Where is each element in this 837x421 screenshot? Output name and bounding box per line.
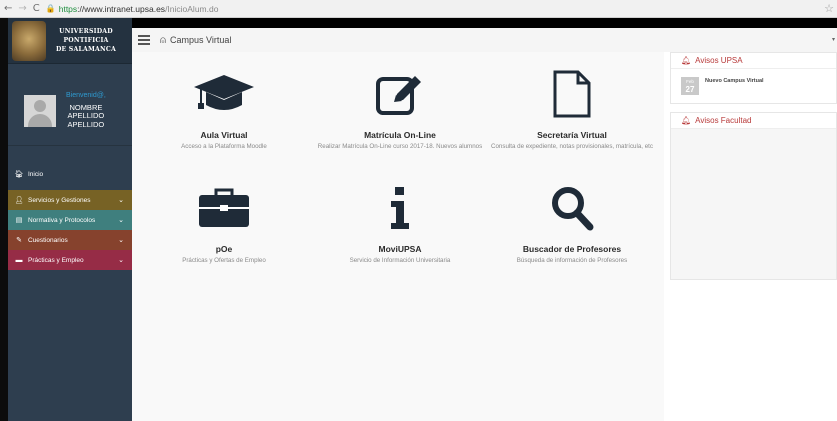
panel-header: 🔔︎ Avisos UPSA	[671, 53, 836, 69]
avatar	[24, 94, 56, 127]
pencil-square-icon	[310, 66, 490, 122]
panel-body	[671, 129, 836, 279]
briefcase-icon: ▬	[15, 256, 23, 264]
avisos-facultad-panel: 🔔︎ Avisos Facultad	[670, 112, 837, 280]
address-bar[interactable]: 🔒 https ://www.intranet.upsa.es /InicioA…	[46, 4, 219, 14]
caret-down-icon[interactable]: ▾	[832, 36, 835, 43]
sidebar-item-normativa[interactable]: ▤ Normativa y Protocolos ⌄	[8, 210, 132, 230]
url-host: ://www.intranet.upsa.es	[77, 3, 166, 14]
reload-button[interactable]: C	[33, 3, 40, 14]
crest-icon	[12, 20, 46, 61]
tile-poe[interactable]: pOe Prácticas y Ofertas de Empleo	[134, 180, 314, 265]
sidebar-item-inicio[interactable]: 🏠︎ Inicio	[8, 164, 132, 184]
lock-icon: 🔒	[45, 4, 56, 13]
search-icon	[482, 180, 662, 236]
window-frame-left	[0, 18, 8, 421]
graduation-cap-icon	[134, 66, 314, 122]
logo-line-1: UNIVERSIDAD	[59, 28, 113, 35]
tile-title: Matrícula On-Line	[364, 130, 436, 140]
user-card: Bienvenid@, NOMBRE APELLIDO APELLIDO	[8, 76, 132, 146]
tile-description: Servicio de Información Universitaria	[349, 257, 451, 264]
tile-aula-virtual[interactable]: Aula Virtual Acceso a la Plataforma Mood…	[134, 66, 314, 151]
sidebar: UNIVERSIDAD PONTIFICIA DE SALAMANCA Bien…	[8, 18, 132, 421]
chevron-down-icon: ⌄	[118, 237, 124, 244]
notices-panel: 🔔︎ Avisos UPSA Feb 27 Nuevo Campus Virtu…	[670, 52, 837, 421]
sidebar-item-label: Cuestionarios	[28, 236, 68, 244]
page-title: Campus Virtual	[170, 35, 232, 45]
tile-secretaria-virtual[interactable]: Secretaría Virtual Consulta de expedient…	[482, 66, 662, 151]
sidebar-item-label: Inicio	[28, 170, 44, 178]
tile-title: Buscador de Profesores	[522, 244, 622, 254]
welcome-text: Bienvenid@,	[66, 92, 106, 99]
tile-title: Aula Virtual	[200, 130, 248, 140]
date-day: 27	[685, 85, 695, 94]
logo-line-3: DE SALAMANCA	[55, 46, 117, 53]
tile-description: Acceso a la Plataforma Moodle	[181, 143, 267, 150]
panel-header: 🔔︎ Avisos Facultad	[671, 113, 836, 129]
menu-toggle-icon[interactable]	[138, 33, 150, 47]
tile-description: Prácticas y Ofertas de Empleo	[182, 257, 266, 264]
briefcase-icon	[134, 180, 314, 236]
tile-description: Consulta de expediente, notas provisiona…	[491, 143, 653, 150]
sidebar-menu: 🏠︎ Inicio 👤︎ Servicios y Gestiones ⌄ ▤ N…	[8, 164, 132, 270]
user-info: Bienvenid@, NOMBRE APELLIDO APELLIDO	[66, 92, 106, 129]
sidebar-item-label: Normativa y Protocolos	[28, 216, 96, 224]
chevron-down-icon: ⌄	[118, 217, 124, 224]
chevron-down-icon: ⌄	[118, 197, 124, 204]
back-button[interactable]: ←	[4, 3, 12, 14]
url-scheme: https	[58, 3, 78, 14]
sidebar-item-label: Servicios y Gestiones	[28, 196, 91, 204]
notice-item[interactable]: Feb 27 Nuevo Campus Virtual	[671, 69, 836, 103]
user-outline-icon: ⍝	[160, 34, 166, 46]
person-icon: 👤︎	[14, 197, 24, 204]
home-icon: 🏠︎	[14, 171, 24, 178]
sidebar-item-servicios[interactable]: 👤︎ Servicios y Gestiones ⌄	[8, 190, 132, 210]
tile-title: pOe	[215, 244, 233, 254]
notice-title: Nuevo Campus Virtual	[705, 78, 764, 84]
file-icon	[482, 66, 662, 122]
sidebar-item-practicas[interactable]: ▬ Prácticas y Empleo ⌄	[8, 250, 132, 270]
main-content: Aula Virtual Acceso a la Plataforma Mood…	[132, 52, 664, 421]
tile-matricula-online[interactable]: Matrícula On-Line Realizar Matrícula On-…	[310, 66, 490, 151]
tile-title: MoviUPSA	[378, 244, 422, 254]
tile-description: Realizar Matrícula On-Line curso 2017-18…	[317, 143, 483, 150]
university-logo[interactable]: UNIVERSIDAD PONTIFICIA DE SALAMANCA	[8, 18, 132, 64]
edit-icon: ✎	[16, 237, 22, 244]
bell-icon: 🔔︎	[681, 116, 692, 125]
chevron-down-icon: ⌄	[118, 257, 124, 264]
sidebar-item-label: Prácticas y Empleo	[28, 256, 84, 264]
avisos-upsa-panel: 🔔︎ Avisos UPSA Feb 27 Nuevo Campus Virtu…	[670, 52, 837, 104]
logo-line-2: PONTIFICIA	[63, 37, 109, 44]
bell-icon: 🔔︎	[681, 56, 692, 65]
user-surname-2: APELLIDO	[67, 119, 105, 129]
bookmark-star-icon[interactable]: ☆	[824, 2, 834, 15]
tile-moviupsa[interactable]: MoviUPSA Servicio de Información Univers…	[310, 180, 490, 265]
tile-description: Búsqueda de información de Profesores	[516, 257, 628, 264]
url-path: /InicioAlum.do	[165, 3, 219, 14]
document-icon: ▤	[15, 217, 23, 224]
tile-title: Secretaría Virtual	[537, 130, 607, 140]
logo-text: UNIVERSIDAD PONTIFICIA DE SALAMANCA	[54, 27, 118, 54]
tile-buscador-profesores[interactable]: Buscador de Profesores Búsqueda de infor…	[482, 180, 662, 265]
panel-title: Avisos UPSA	[695, 56, 743, 65]
top-bar: ⍝ Campus Virtual ▾	[132, 28, 837, 52]
forward-button[interactable]: →	[18, 3, 26, 14]
info-icon	[310, 180, 490, 236]
browser-toolbar: ← → C 🔒 https ://www.intranet.upsa.es /I…	[0, 0, 837, 18]
date-badge: Feb 27	[681, 77, 699, 95]
panel-title: Avisos Facultad	[695, 116, 752, 125]
sidebar-item-cuestionarios[interactable]: ✎ Cuestionarios ⌄	[8, 230, 132, 250]
